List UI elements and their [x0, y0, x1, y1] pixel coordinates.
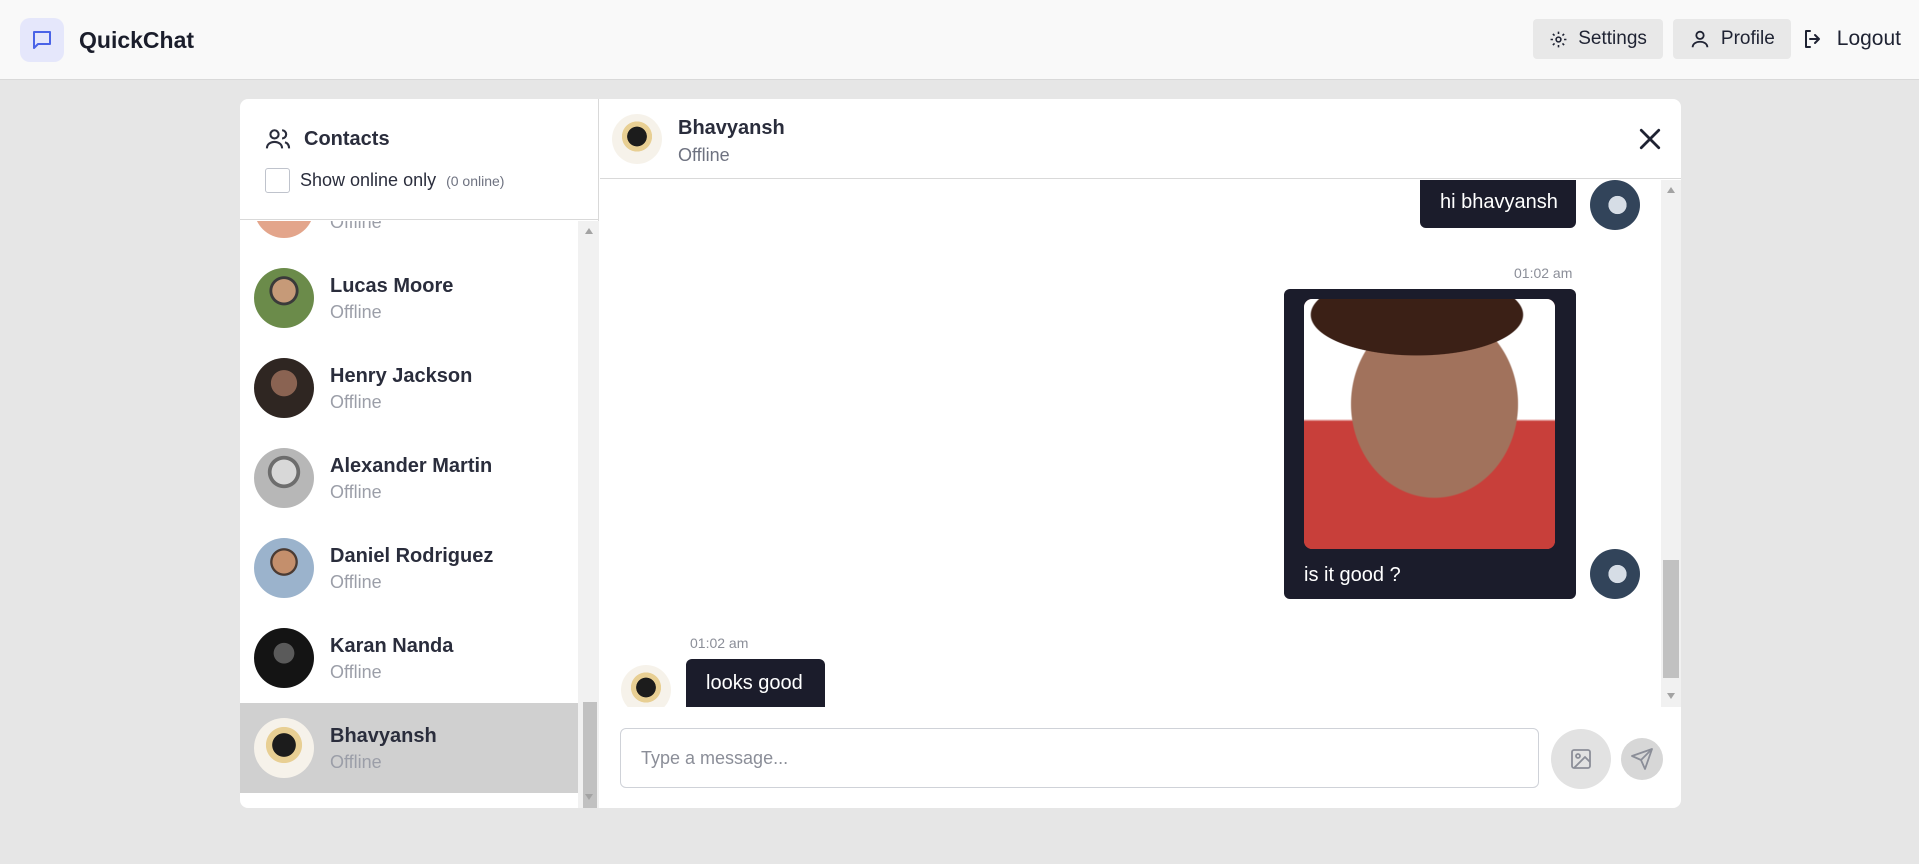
message-input[interactable] — [620, 728, 1539, 788]
contacts-heading: Contacts — [304, 127, 390, 150]
user-icon — [1691, 30, 1709, 48]
message-list: hi bhavyansh 01:02 am is it good ? 01:02… — [600, 180, 1681, 707]
chat-panel: Bhavyansh Offline hi bhavyansh 01:02 am — [600, 99, 1681, 808]
attach-image-button[interactable] — [1551, 729, 1611, 789]
contact-item[interactable]: Karan Nanda Offline — [240, 613, 578, 703]
scroll-up-arrow[interactable] — [1667, 187, 1675, 193]
image-icon — [1571, 749, 1591, 769]
avatar — [1590, 180, 1640, 230]
online-only-checkbox[interactable] — [265, 168, 290, 193]
send-icon — [1631, 748, 1653, 770]
settings-label: Settings — [1578, 28, 1647, 49]
avatar — [254, 448, 314, 508]
contact-list: Offline Lucas Moore Offline Henry Jackso… — [240, 221, 578, 808]
avatar — [612, 114, 662, 164]
avatar — [254, 718, 314, 778]
top-bar: QuickChat Settings Profile Logout — [0, 0, 1919, 80]
contacts-header: Contacts Show online only (0 online) — [240, 99, 599, 220]
chat-contact-status: Offline — [678, 145, 730, 165]
online-count: (0 online) — [446, 172, 505, 189]
contact-status: Offline — [330, 662, 382, 682]
scroll-down-arrow[interactable] — [585, 794, 593, 800]
chat-header: Bhavyansh Offline — [600, 99, 1681, 179]
contacts-sidebar: Contacts Show online only (0 online) Off… — [240, 99, 599, 808]
contacts-title: Contacts — [264, 125, 390, 153]
contact-status: Offline — [330, 752, 382, 772]
avatar — [1590, 549, 1640, 599]
contact-name: Karan Nanda — [330, 635, 454, 657]
message-text: looks good — [706, 672, 803, 694]
top-actions: Settings Profile Logout — [1533, 19, 1901, 59]
message-text: is it good ? — [1304, 564, 1401, 586]
avatar — [254, 221, 314, 238]
message-time: 01:02 am — [690, 635, 749, 651]
message-composer — [600, 707, 1681, 808]
contact-name: Henry Jackson — [330, 365, 473, 387]
message-bubble: hi bhavyansh — [1420, 180, 1576, 228]
contact-name: Lucas Moore — [330, 275, 454, 297]
contact-status: Offline — [330, 302, 382, 322]
contact-status: Offline — [330, 572, 382, 592]
message-text: hi bhavyansh — [1440, 191, 1558, 213]
scroll-down-arrow[interactable] — [1667, 693, 1675, 699]
close-chat-button[interactable] — [1635, 124, 1665, 154]
avatar — [254, 268, 314, 328]
contact-status: Offline — [330, 392, 382, 412]
contact-item[interactable]: Lucas Moore Offline — [240, 253, 578, 343]
messages-scroll-thumb[interactable] — [1663, 560, 1679, 678]
message-bubble: is it good ? — [1284, 289, 1576, 599]
online-only-label[interactable]: Show online only — [300, 170, 436, 191]
contact-name: Alexander Martin — [330, 455, 493, 477]
contact-name: Bhavyansh — [330, 725, 437, 747]
contact-item[interactable]: Offline — [240, 221, 578, 253]
close-icon — [1639, 128, 1661, 150]
avatar — [621, 665, 671, 707]
profile-button[interactable]: Profile — [1672, 19, 1791, 59]
message-time: 01:02 am — [1514, 265, 1573, 281]
message-bubble: looks good — [686, 659, 825, 707]
avatar — [254, 628, 314, 688]
settings-button[interactable]: Settings — [1533, 19, 1663, 59]
contact-status: Offline — [330, 221, 382, 232]
shared-image[interactable] — [1304, 299, 1555, 549]
chat-card: Contacts Show online only (0 online) Off… — [240, 99, 1681, 808]
chat-contact-name: Bhavyansh — [678, 117, 785, 139]
contact-name: Daniel Rodriguez — [330, 545, 494, 567]
scroll-up-arrow[interactable] — [585, 228, 593, 234]
contact-item[interactable]: Daniel Rodriguez Offline — [240, 523, 578, 613]
contact-item-selected[interactable]: Bhavyansh Offline — [240, 703, 578, 793]
online-filter: Show online only (0 online) — [265, 168, 504, 193]
gear-icon — [1550, 31, 1567, 47]
avatar — [254, 538, 314, 598]
logout-button[interactable]: Logout — [1801, 27, 1901, 51]
avatar — [254, 358, 314, 418]
logout-label: Logout — [1836, 27, 1901, 50]
brand[interactable]: QuickChat — [20, 18, 194, 62]
app-name: QuickChat — [79, 26, 195, 53]
send-button[interactable] — [1621, 738, 1663, 780]
contact-item[interactable]: Alexander Martin Offline — [240, 433, 578, 523]
contacts-scroll-thumb[interactable] — [583, 702, 597, 808]
profile-label: Profile — [1720, 28, 1775, 49]
logout-icon — [1804, 30, 1820, 48]
chat-bubble-icon — [20, 18, 64, 62]
contact-status: Offline — [330, 482, 382, 502]
contact-item[interactable]: Henry Jackson Offline — [240, 343, 578, 433]
users-icon — [265, 129, 291, 149]
